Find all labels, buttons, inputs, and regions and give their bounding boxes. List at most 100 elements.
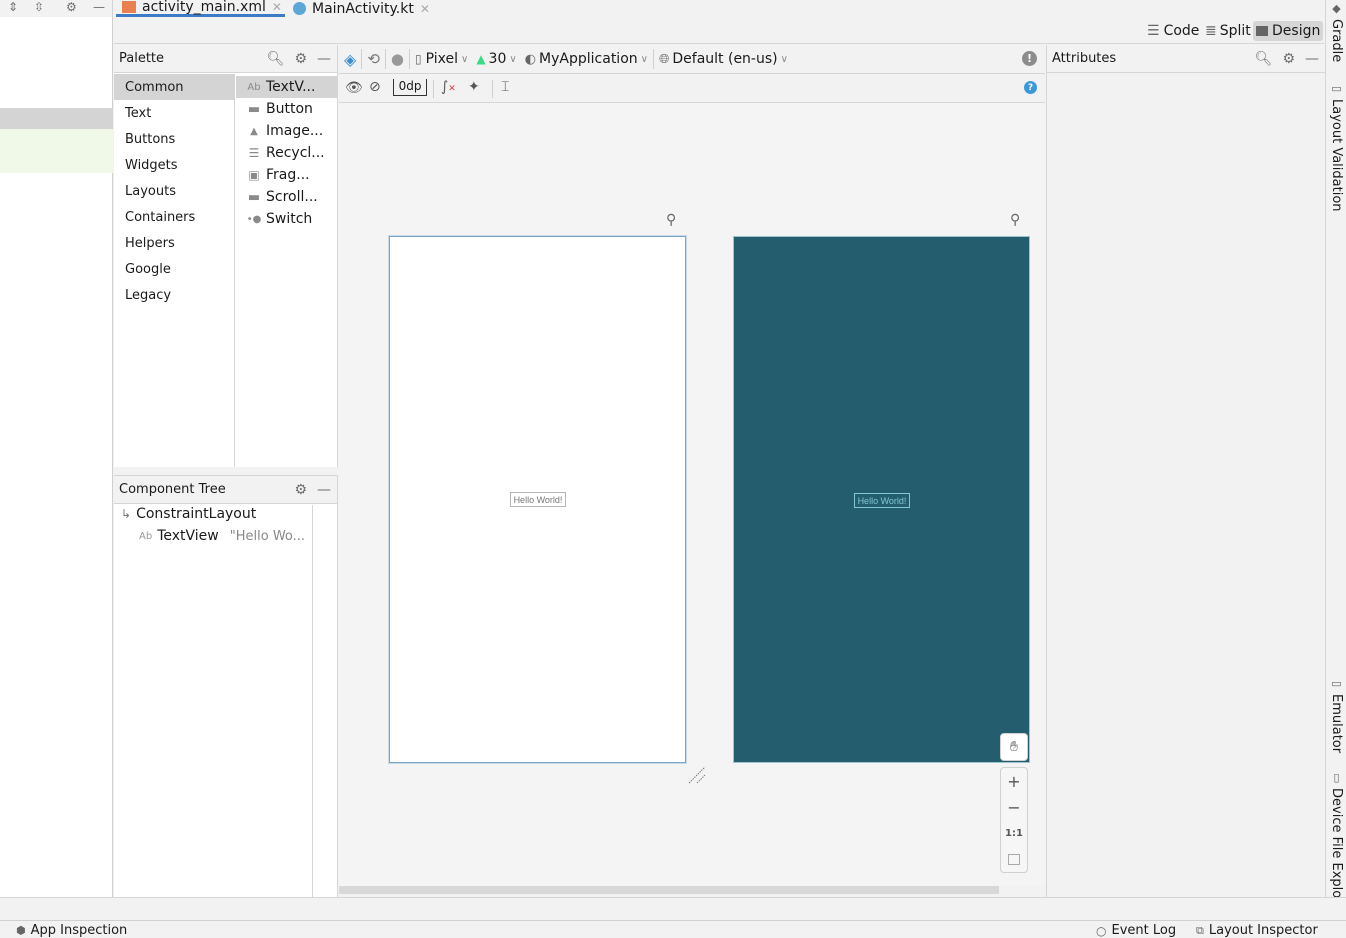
attributes-header: Attributes 🔍︎ ⚙ — bbox=[1047, 45, 1325, 73]
project-selected-row[interactable] bbox=[0, 108, 113, 129]
palette-item-button[interactable]: ▬ Button bbox=[236, 98, 337, 120]
split-view-button[interactable]: ≣ Split bbox=[1202, 21, 1254, 41]
palette-item-switch[interactable]: •● Switch bbox=[236, 208, 337, 230]
locale-selector[interactable]: 🌐︎ Default (en-us) ∨ bbox=[659, 51, 788, 67]
tree-node-textview[interactable]: Ab TextView "Hello Wo... bbox=[139, 528, 305, 544]
search-icon[interactable]: 🔍︎ bbox=[1255, 51, 1273, 67]
gear-icon[interactable]: ⚙ bbox=[66, 0, 77, 14]
category-widgets[interactable]: Widgets bbox=[114, 152, 235, 178]
design-view-button[interactable]: Design bbox=[1253, 21, 1324, 41]
list-icon: ☰ bbox=[248, 146, 260, 160]
constraint-toolbar: 👁︎ ⊘ 0dp ∫✕ ✦ ⌶ ? bbox=[339, 74, 1045, 103]
item-label: TextV... bbox=[266, 79, 316, 95]
fit-screen-icon bbox=[1008, 853, 1020, 865]
emulator-tool-tab[interactable]: ▭ Emulator bbox=[1329, 677, 1344, 753]
close-icon[interactable]: ✕ bbox=[420, 2, 430, 16]
pan-button[interactable]: ✋︎ bbox=[1000, 733, 1028, 761]
minimize-icon[interactable]: — bbox=[317, 482, 331, 498]
autoconnect-off-icon[interactable]: ⊘ bbox=[369, 79, 381, 95]
resize-handle[interactable] bbox=[688, 765, 708, 785]
item-label: Recycl... bbox=[266, 145, 325, 161]
split-label: Split bbox=[1219, 23, 1251, 39]
zoom-out-button[interactable]: − bbox=[1001, 794, 1027, 820]
palette-item-scrollview[interactable]: ▬ Scroll... bbox=[236, 186, 337, 208]
guidelines-icon[interactable]: ⌶ bbox=[501, 79, 509, 95]
minimize-icon[interactable]: — bbox=[1305, 51, 1319, 67]
palette-item-recyclerview[interactable]: ☰ Recycl... bbox=[236, 142, 337, 164]
zoom-actual-button[interactable]: 1:1 bbox=[1001, 820, 1027, 846]
category-containers[interactable]: Containers bbox=[114, 204, 235, 230]
locale-label: Default (en-us) bbox=[672, 51, 778, 67]
event-log-icon: ○ bbox=[1096, 923, 1107, 938]
infer-constraints-icon[interactable]: ✦ bbox=[468, 79, 480, 95]
phone-icon: ▯ bbox=[414, 52, 422, 66]
view-options-icon[interactable]: 👁︎ bbox=[345, 80, 363, 96]
project-highlight-row[interactable] bbox=[0, 129, 113, 173]
close-icon[interactable]: ✕ bbox=[272, 0, 282, 14]
search-icon[interactable]: 🔍︎ bbox=[267, 51, 285, 67]
event-log-tab[interactable]: ○ Event Log bbox=[1096, 923, 1176, 938]
category-buttons[interactable]: Buttons bbox=[114, 126, 235, 152]
default-margin-selector[interactable]: 0dp bbox=[393, 79, 427, 96]
layers-icon[interactable]: ◈ bbox=[344, 50, 356, 69]
textview-icon: Ab bbox=[139, 530, 153, 542]
category-google[interactable]: Google bbox=[114, 256, 235, 282]
theme-label: MyApplication bbox=[539, 51, 638, 67]
help-icon[interactable]: ? bbox=[1024, 81, 1037, 94]
zoom-in-button[interactable]: + bbox=[1001, 768, 1027, 794]
gear-icon[interactable]: ⚙ bbox=[1282, 51, 1295, 67]
minimize-icon[interactable]: — bbox=[93, 0, 105, 14]
tab-activity-main[interactable]: activity_main.xml ✕ bbox=[116, 0, 285, 17]
collapse-all-icon[interactable]: ⇳ bbox=[34, 0, 44, 14]
code-view-button[interactable]: ☰ Code bbox=[1144, 21, 1202, 41]
palette-categories: Common Text Buttons Widgets Layouts Cont… bbox=[114, 74, 235, 467]
theme-selector[interactable]: ◐ MyApplication ∨ bbox=[525, 51, 648, 67]
device-label: Pixel bbox=[425, 51, 458, 67]
orientation-icon[interactable]: ⟲ bbox=[367, 50, 380, 68]
palette-title: Palette bbox=[119, 51, 165, 66]
tree-node-constraintlayout[interactable]: ↳ ConstraintLayout bbox=[121, 506, 256, 522]
app-inspection-icon: ⬢ bbox=[16, 924, 26, 937]
category-legacy[interactable]: Legacy bbox=[114, 282, 235, 308]
split-icon: ≣ bbox=[1205, 23, 1217, 39]
category-helpers[interactable]: Helpers bbox=[114, 230, 235, 256]
category-layouts[interactable]: Layouts bbox=[114, 178, 235, 204]
wrench-icon[interactable]: ⚲ bbox=[666, 212, 676, 228]
palette-item-textview[interactable]: Ab TextV... bbox=[236, 76, 337, 98]
device-selector[interactable]: ▯ Pixel ∨ bbox=[415, 51, 468, 67]
horizontal-scrollbar[interactable] bbox=[339, 886, 999, 894]
globe-icon: 🌐︎ bbox=[658, 51, 670, 67]
chevron-down-icon: ∨ bbox=[780, 53, 788, 65]
zoom-controls: + − 1:1 bbox=[1000, 767, 1028, 873]
category-common[interactable]: Common bbox=[114, 74, 235, 100]
node-hint: "Hello Wo... bbox=[229, 528, 306, 544]
wrench-icon[interactable]: ⚲ bbox=[1010, 212, 1020, 228]
component-tree-title: Component Tree bbox=[119, 482, 226, 497]
device-icon: ▯ bbox=[1330, 771, 1343, 784]
app-inspection-tab[interactable]: ⬢ App Inspection bbox=[16, 923, 127, 938]
layout-validation-tool-tab[interactable]: ▭ Layout Validation bbox=[1329, 82, 1344, 212]
node-label: TextView bbox=[157, 528, 219, 544]
gradle-tool-tab[interactable]: ◆ Gradle bbox=[1329, 2, 1344, 62]
warning-icon[interactable]: ! bbox=[1022, 51, 1037, 66]
night-mode-icon[interactable]: ● bbox=[391, 50, 404, 68]
gradle-icon: ◆ bbox=[1330, 2, 1343, 15]
project-toolbar: ⇕ ⇳ ⚙ — bbox=[0, 0, 113, 17]
zoom-fit-button[interactable] bbox=[1001, 846, 1027, 872]
textview-blueprint[interactable]: Hello World! bbox=[854, 493, 910, 508]
gear-icon[interactable]: ⚙ bbox=[294, 482, 307, 498]
palette-item-imageview[interactable]: ▲ Image... bbox=[236, 120, 337, 142]
android-icon: ▲ bbox=[476, 52, 486, 66]
tool-label: Gradle bbox=[1329, 19, 1344, 63]
expand-all-icon[interactable]: ⇕ bbox=[8, 0, 18, 14]
gear-icon[interactable]: ⚙ bbox=[294, 51, 307, 67]
category-text[interactable]: Text bbox=[114, 100, 235, 126]
clear-constraints-icon[interactable]: ∫✕ bbox=[441, 79, 456, 95]
layout-inspector-tab[interactable]: ⧉ Layout Inspector bbox=[1196, 923, 1318, 938]
textview-preview[interactable]: Hello World! bbox=[510, 492, 566, 507]
device-file-explorer-tool-tab[interactable]: ▯ Device File Explorer bbox=[1329, 771, 1344, 917]
api-selector[interactable]: ▲ 30 ∨ bbox=[476, 51, 516, 67]
palette-item-fragment[interactable]: ▣ Frag... bbox=[236, 164, 337, 186]
minimize-icon[interactable]: — bbox=[317, 51, 331, 67]
tab-main-activity[interactable]: MainActivity.kt ✕ bbox=[293, 0, 430, 17]
